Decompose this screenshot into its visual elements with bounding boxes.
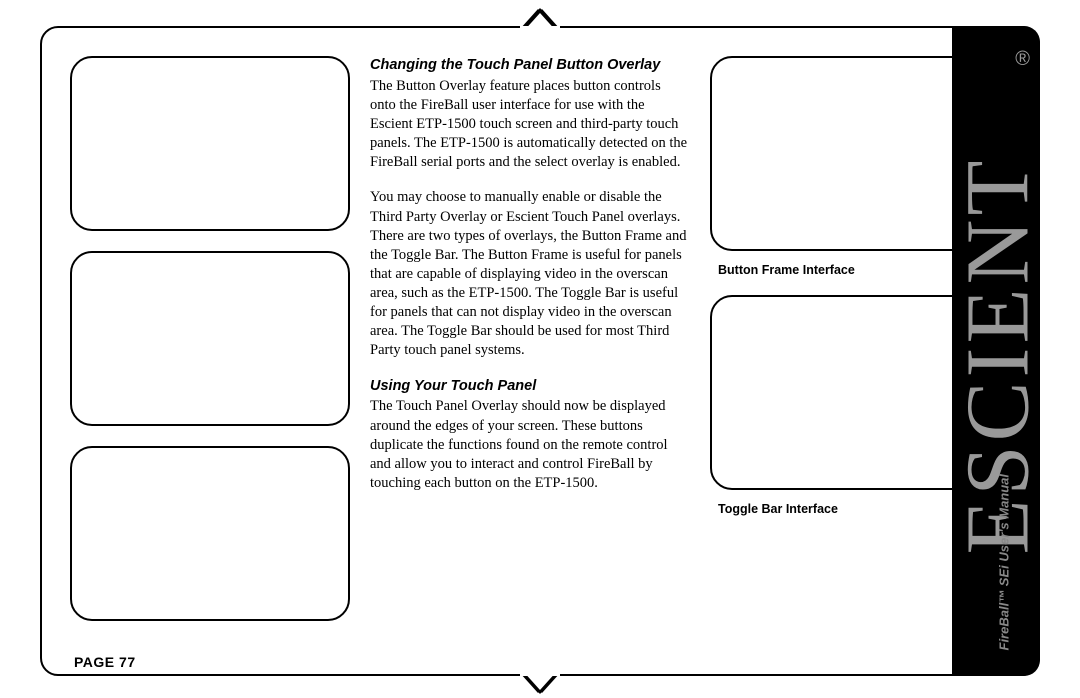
brand-subtitle: FireBall™ SEi User's Manual [997,451,1012,651]
left-column [70,56,350,621]
image-placeholder-3 [70,446,350,621]
right-column: Button Frame Interface Toggle Bar Interf… [710,56,978,534]
bottom-notch-cover [520,668,560,676]
heading-button-overlay: Changing the Touch Panel Button Overlay [370,56,690,75]
brand-product: FireBall™ [997,590,1012,651]
brand-manual-label: User's Manual [997,474,1012,562]
image-placeholder-2 [70,251,350,426]
image-placeholder-toggle-bar [710,295,978,490]
image-placeholder-button-frame [710,56,978,251]
brand-sidebar: ® ESCIENT FireBall™ SEi User's Manual [952,26,1040,676]
page-number: PAGE 77 [74,654,136,670]
image-placeholder-1 [70,56,350,231]
page-content: Changing the Touch Panel Button Overlay … [40,26,1040,676]
caption-button-frame: Button Frame Interface [718,263,978,277]
paragraph-overlay-details: You may choose to manually enable or dis… [370,188,690,360]
paragraph-touch-panel: The Touch Panel Overlay should now be di… [370,397,690,493]
top-notch-cover [520,26,560,34]
middle-text-column: Changing the Touch Panel Button Overlay … [370,56,690,509]
paragraph-overlay-intro: The Button Overlay feature places button… [370,77,690,173]
heading-using-touch-panel: Using Your Touch Panel [370,377,690,396]
caption-toggle-bar: Toggle Bar Interface [718,502,978,516]
brand-model: SEi [997,565,1012,586]
